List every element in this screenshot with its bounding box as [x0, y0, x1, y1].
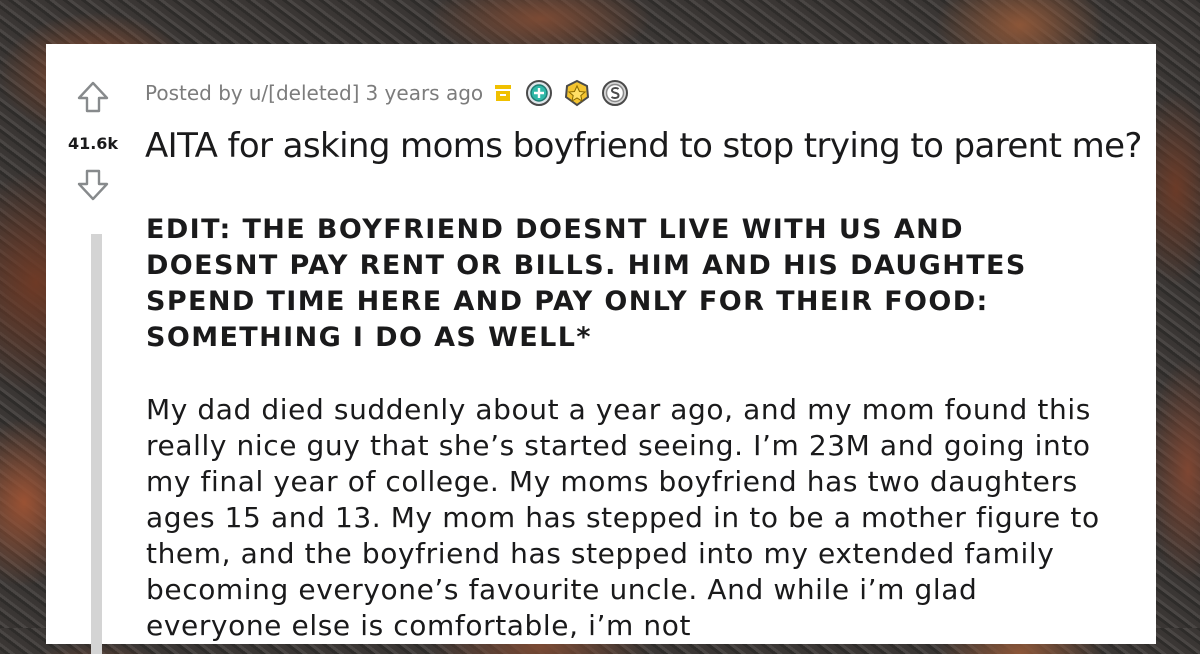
silver-award-icon[interactable]	[601, 79, 629, 107]
post-age[interactable]: 3 years ago	[365, 81, 483, 105]
upvote-arrow-icon[interactable]	[76, 80, 110, 114]
author-link[interactable]: u/[deleted]	[249, 81, 360, 105]
post-body: My dad died suddenly about a year ago, a…	[146, 393, 1100, 642]
post-card: 41.6k Posted by u/[deleted] 3 years ago	[46, 44, 1156, 654]
helpful-award-icon[interactable]	[525, 79, 553, 107]
vote-column: 41.6k	[46, 44, 142, 654]
thread-line[interactable]	[91, 234, 102, 654]
posted-by-label: Posted by	[145, 81, 243, 105]
post-edit-note: EDIT: THE BOYFRIEND DOESNT LIVE WITH US …	[146, 214, 1027, 353]
vote-score: 41.6k	[67, 134, 119, 153]
wholesome-award-icon[interactable]	[563, 79, 591, 107]
downvote-arrow-icon[interactable]	[76, 168, 110, 202]
post-title[interactable]: AITA for asking moms boyfriend to stop t…	[145, 126, 1155, 166]
awards-list[interactable]	[525, 79, 629, 107]
archive-box-icon	[495, 85, 512, 101]
post-meta: Posted by u/[deleted] 3 years ago	[145, 79, 629, 107]
